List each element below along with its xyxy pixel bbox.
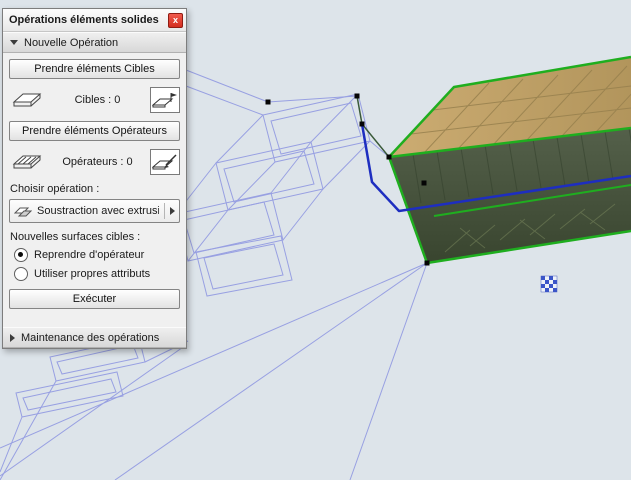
chevron-right-icon: [170, 207, 175, 215]
cibles-row: Cibles : 0: [9, 87, 180, 113]
section-maintenance[interactable]: Maintenance des opérations: [3, 327, 186, 348]
palette-title: Opérations éléments solides: [9, 14, 168, 26]
radio-utiliser-label: Utiliser propres attributs: [34, 268, 150, 280]
radio-reprendre-operateur[interactable]: [14, 248, 28, 262]
section-nouvelle-operation-label: Nouvelle Opération: [24, 37, 118, 49]
radio-reprendre-label: Reprendre d'opérateur: [34, 249, 144, 261]
checker-indicator-icon: [541, 276, 557, 292]
operation-dropdown-value: Soustraction avec extrusi...: [37, 205, 159, 217]
prendre-cibles-button[interactable]: Prendre éléments Cibles: [9, 59, 180, 79]
dropdown-separator: [164, 203, 165, 219]
operateurs-slab-icon: [9, 151, 45, 173]
chevron-right-icon: [10, 334, 15, 342]
section-nouvelle-operation[interactable]: Nouvelle Opération: [3, 32, 186, 53]
chevron-down-icon: [10, 40, 18, 45]
pick-operateurs-button[interactable]: [150, 149, 180, 175]
choisir-operation-label: Choisir opération :: [10, 183, 180, 195]
palette-spacer: [3, 315, 186, 327]
palette-content: Prendre éléments Cibles Cibles : 0: [3, 53, 186, 315]
solid-subtraction-icon: [14, 203, 32, 219]
operateurs-count: Opérateurs : 0: [45, 156, 150, 168]
cibles-slab-icon: [9, 89, 45, 111]
nouvelles-surfaces-label: Nouvelles surfaces cibles :: [10, 231, 180, 243]
close-button[interactable]: x: [168, 13, 183, 28]
operateurs-row: Opérateurs : 0: [9, 149, 180, 175]
section-maintenance-label: Maintenance des opérations: [21, 332, 159, 344]
cibles-count: Cibles : 0: [45, 94, 150, 106]
application-window: Opérations éléments solides x Nouvelle O…: [0, 0, 631, 480]
radio-row-utiliser[interactable]: Utiliser propres attributs: [14, 267, 180, 281]
palette-titlebar[interactable]: Opérations éléments solides x: [3, 9, 186, 32]
radio-row-reprendre[interactable]: Reprendre d'opérateur: [14, 248, 180, 262]
executer-button[interactable]: Exécuter: [9, 289, 180, 309]
radio-utiliser-attributs[interactable]: [14, 267, 28, 281]
operation-dropdown[interactable]: Soustraction avec extrusi...: [9, 199, 180, 223]
pick-cibles-button[interactable]: [150, 87, 180, 113]
prendre-operateurs-button[interactable]: Prendre éléments Opérateurs: [9, 121, 180, 141]
solid-operations-palette: Opérations éléments solides x Nouvelle O…: [2, 8, 187, 349]
